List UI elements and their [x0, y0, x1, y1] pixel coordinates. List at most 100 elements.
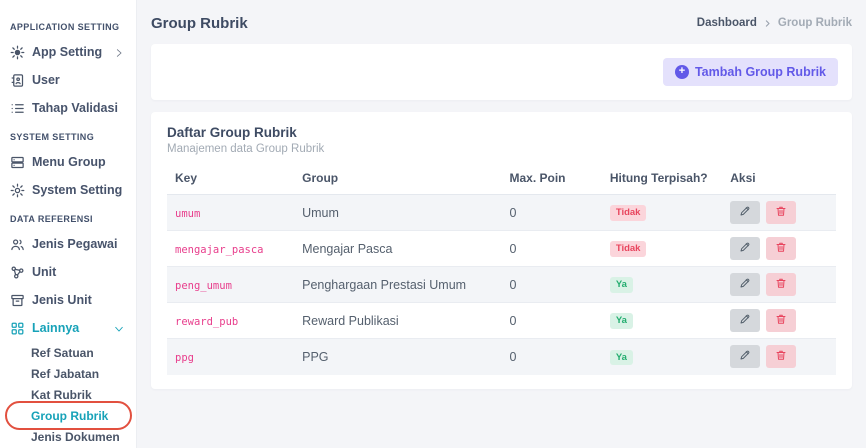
add-button-label: Tambah Group Rubrik [695, 65, 826, 79]
sidebar-item-app-setting[interactable]: App Setting [0, 38, 136, 66]
row-max-poin: 0 [501, 231, 601, 267]
edit-button[interactable] [730, 345, 760, 368]
hitung-terpisah-badge: Ya [610, 350, 633, 366]
column-header-aksi: Aksi [722, 162, 836, 195]
row-key: ppg [175, 352, 194, 364]
delete-button[interactable] [766, 237, 796, 260]
chevron-down-icon [114, 323, 124, 333]
row-group: Mengajar Pasca [294, 231, 501, 267]
sidebar-item-lainnya[interactable]: Lainnya [0, 314, 136, 342]
sidebar-subitem-label: Kat Rubrik [31, 388, 92, 402]
sidebar-subitem-jenis-dokumen[interactable]: Jenis Dokumen [0, 426, 136, 447]
edit-button[interactable] [730, 237, 760, 260]
pencil-icon [739, 349, 751, 364]
sidebar-item-unit[interactable]: Unit [0, 258, 136, 286]
edit-button[interactable] [730, 201, 760, 224]
sidebar-subitem-ref-jabatan[interactable]: Ref Jabatan [0, 363, 136, 384]
sidebar-item-label: Tahap Validasi [32, 101, 118, 115]
trash-icon [775, 205, 787, 220]
plus-circle-icon: + [675, 65, 689, 79]
table-row: mengajar_pasca Mengajar Pasca0 Tidak [167, 231, 836, 267]
pencil-icon [739, 241, 751, 256]
sidebar-subitem-ref-satuan[interactable]: Ref Satuan [0, 342, 136, 363]
delete-button[interactable] [766, 309, 796, 332]
sidebar-item-menu-group[interactable]: Menu Group [0, 148, 136, 176]
sidebar-item-label: Menu Group [32, 155, 106, 169]
gear-icon [10, 183, 25, 198]
row-key: peng_umum [175, 280, 232, 292]
trash-icon [775, 313, 787, 328]
row-max-poin: 0 [501, 339, 601, 375]
table-row: ppg PPG0 Ya [167, 339, 836, 375]
pencil-icon [739, 205, 751, 220]
row-group: Umum [294, 195, 501, 231]
breadcrumb-dashboard-link[interactable]: Dashboard [697, 17, 757, 29]
hitung-terpisah-badge: Ya [610, 277, 633, 293]
sidebar-subitem-group-rubrik[interactable]: Group Rubrik [0, 405, 136, 426]
trash-icon [775, 241, 787, 256]
sidebar-item-jenis-unit[interactable]: Jenis Unit [0, 286, 136, 314]
sidebar-subitem-label: Jenis Dokumen [31, 430, 120, 444]
chevron-right-icon [114, 47, 124, 57]
table-header-row: KeyGroupMax. PoinHitung Terpisah?Aksi [167, 162, 836, 195]
sidebar-section-label: SYSTEM SETTING [0, 122, 136, 148]
table-row: peng_umum Penghargaan Prestasi Umum0 Ya [167, 267, 836, 303]
group-rubrik-table: KeyGroupMax. PoinHitung Terpisah?Aksi um… [167, 162, 836, 375]
trash-icon [775, 277, 787, 292]
column-header-max-poin: Max. Poin [501, 162, 601, 195]
trash-icon [775, 349, 787, 364]
sidebar-item-system-setting[interactable]: System Setting [0, 176, 136, 204]
hitung-terpisah-badge: Tidak [610, 205, 647, 221]
sidebar-section-label: APPLICATION SETTING [0, 12, 136, 38]
breadcrumb-current: Group Rubrik [778, 17, 852, 29]
add-group-rubrik-button[interactable]: + Tambah Group Rubrik [663, 58, 838, 86]
server-icon [10, 155, 25, 170]
topbar: Group Rubrik Dashboard Group Rubrik [151, 10, 852, 36]
archive-icon [10, 293, 25, 308]
delete-button[interactable] [766, 273, 796, 296]
pencil-icon [739, 313, 751, 328]
row-group: Penghargaan Prestasi Umum [294, 267, 501, 303]
sidebar-item-label: App Setting [32, 45, 102, 59]
edit-button[interactable] [730, 273, 760, 296]
delete-button[interactable] [766, 201, 796, 224]
row-group: PPG [294, 339, 501, 375]
sidebar-item-label: System Setting [32, 183, 122, 197]
sidebar-item-jenis-pegawai[interactable]: Jenis Pegawai [0, 230, 136, 258]
sidebar-item-label: Unit [32, 265, 56, 279]
chevron-right-icon [763, 19, 772, 28]
row-key: umum [175, 208, 200, 220]
row-group: Reward Publikasi [294, 303, 501, 339]
sidebar-subitem-label: Group Rubrik [31, 409, 108, 423]
gear-filled-icon [10, 45, 25, 60]
group-rubrik-card: Daftar Group Rubrik Manajemen data Group… [151, 112, 852, 389]
sidebar-item-user[interactable]: User [0, 66, 136, 94]
sidebar-nav: APPLICATION SETTING App Setting User Tahap … [0, 12, 136, 447]
sidebar-item-label: Jenis Unit [32, 293, 92, 307]
sidebar-subitem-label: Ref Jabatan [31, 367, 99, 381]
table-row: reward_pubReward Publikasi0Ya [167, 303, 836, 339]
sidebar-item-label: Lainnya [32, 321, 79, 335]
card-subtitle: Manajemen data Group Rubrik [167, 143, 836, 155]
row-max-poin: 0 [501, 303, 601, 339]
hitung-terpisah-badge: Tidak [610, 241, 647, 257]
row-key: mengajar_pasca [175, 244, 264, 256]
row-max-poin: 0 [501, 267, 601, 303]
sidebar-item-label: Jenis Pegawai [32, 237, 117, 251]
share-nodes-icon [10, 265, 25, 280]
edit-button[interactable] [730, 309, 760, 332]
sidebar: APPLICATION SETTING App Setting User Tahap … [0, 0, 137, 448]
sidebar-item-tahap-validasi[interactable]: Tahap Validasi [0, 94, 136, 122]
toolbar-card: + Tambah Group Rubrik [151, 44, 852, 100]
sidebar-subitem-kat-rubrik[interactable]: Kat Rubrik [0, 384, 136, 405]
list-icon [10, 101, 25, 116]
column-header-key: Key [167, 162, 294, 195]
delete-button[interactable] [766, 345, 796, 368]
breadcrumb: Dashboard Group Rubrik [697, 17, 852, 29]
card-title: Daftar Group Rubrik [167, 125, 836, 140]
main-content: Group Rubrik Dashboard Group Rubrik + Ta… [137, 0, 866, 448]
sidebar-section-label: DATA REFERENSI [0, 204, 136, 230]
table-row: umumUmum0Tidak [167, 195, 836, 231]
grid-icon [10, 321, 25, 336]
pencil-icon [739, 277, 751, 292]
